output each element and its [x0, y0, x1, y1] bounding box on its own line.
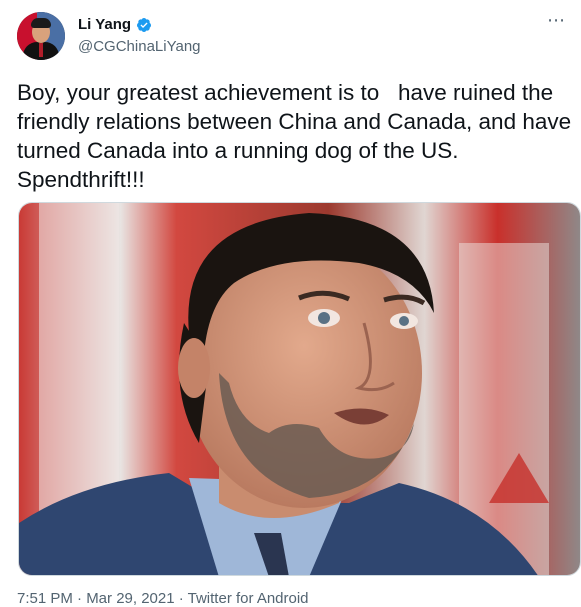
tweet-timestamp[interactable]: 7:51 PM · Mar 29, 2021 · Twitter for And…	[17, 590, 309, 607]
tweet-card: Li Yang @CGChinaLiYang ⋯ Boy, your great…	[0, 0, 581, 607]
tweet-photo[interactable]	[18, 202, 581, 576]
author-avatar[interactable]	[17, 12, 65, 60]
more-options-icon[interactable]: ⋯	[547, 10, 566, 31]
verified-badge-icon	[137, 17, 152, 32]
author-name-row: Li Yang	[78, 16, 152, 33]
author-display-name[interactable]: Li Yang	[78, 16, 131, 33]
photo-illustration	[19, 203, 580, 575]
tweet-text: Boy, your greatest achievement is to hav…	[17, 80, 578, 192]
author-handle[interactable]: @CGChinaLiYang	[78, 38, 201, 55]
